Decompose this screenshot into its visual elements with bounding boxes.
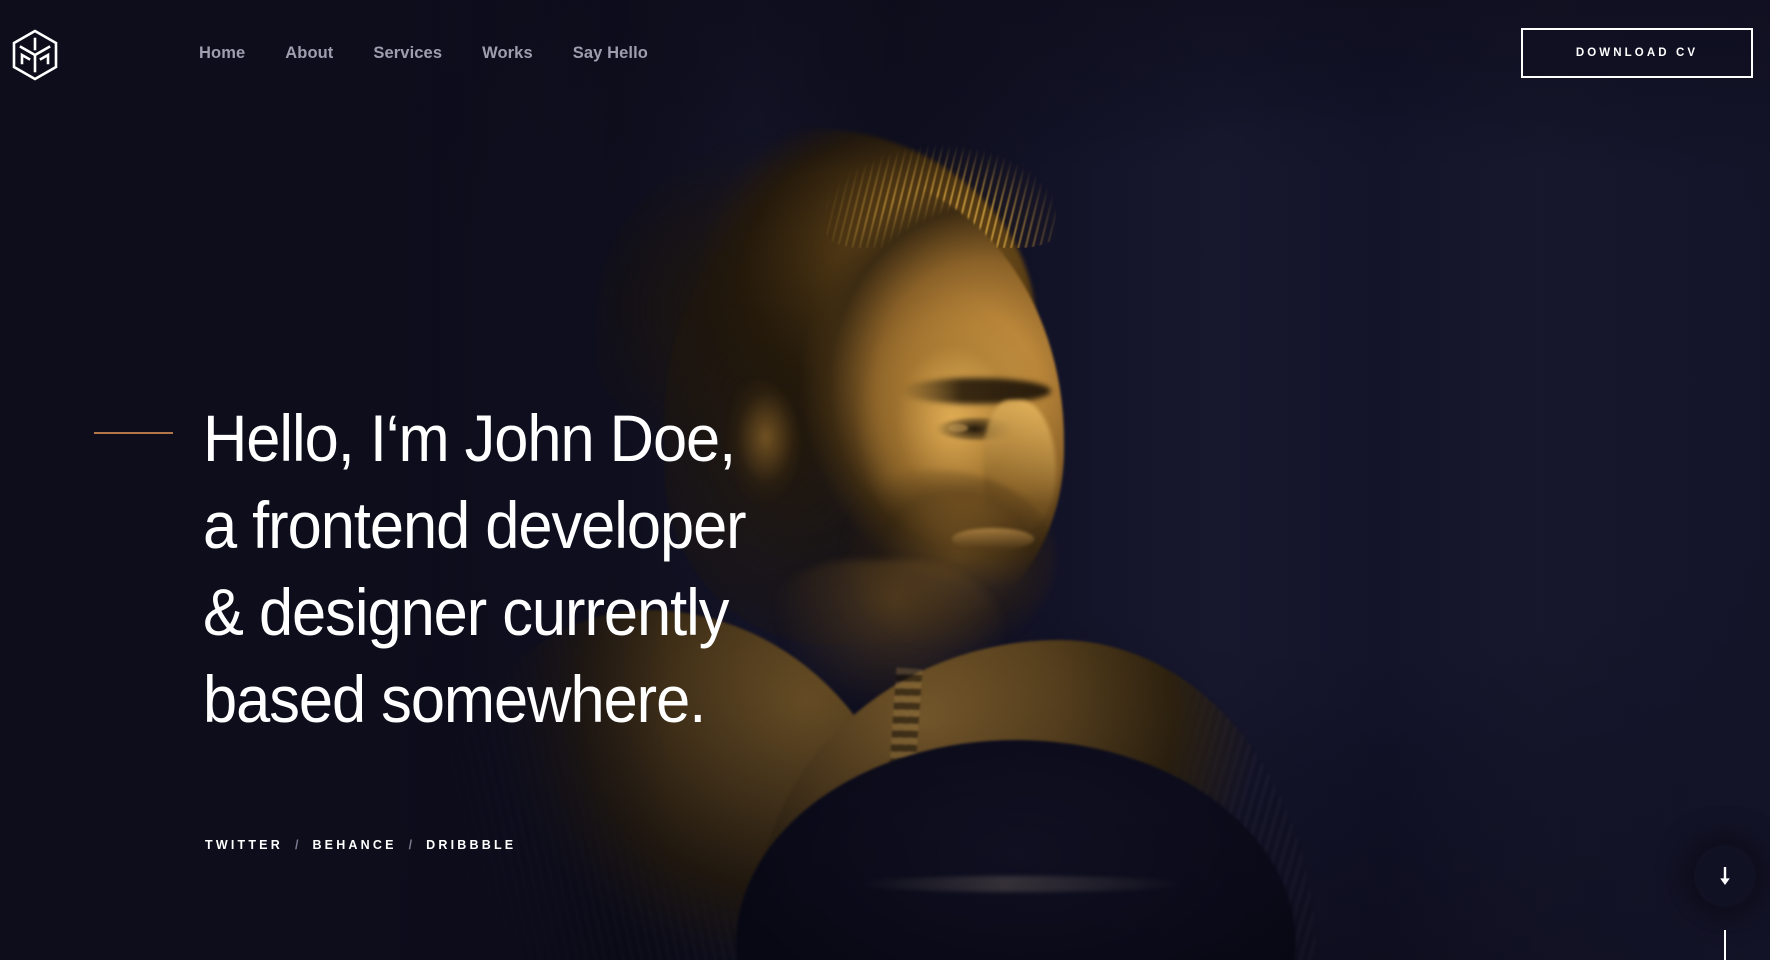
headline-accent-rule — [94, 432, 173, 434]
headline-line-4: based somewhere. — [203, 662, 706, 736]
nav-item-about[interactable]: About — [285, 45, 333, 62]
isometric-cube-logo-icon — [12, 29, 58, 81]
headline-line-3: & designer currently — [203, 575, 729, 649]
nav-item-services[interactable]: Services — [373, 45, 442, 62]
primary-navigation: Home About Services Works Say Hello — [199, 45, 648, 62]
nav-item-say-hello[interactable]: Say Hello — [573, 45, 648, 62]
scroll-down-button[interactable] — [1694, 845, 1756, 907]
page-title: Hello, I‘m John Doe, a frontend develope… — [203, 395, 854, 743]
logo[interactable] — [11, 29, 59, 81]
social-separator-1: / — [294, 838, 299, 852]
social-link-twitter[interactable]: TWITTER — [205, 838, 283, 852]
headline-line-1: Hello, I‘m John Doe, — [203, 401, 736, 475]
social-link-behance[interactable]: BEHANCE — [312, 838, 396, 852]
social-separator-2: / — [408, 838, 413, 852]
scroll-indicator-rail — [1724, 930, 1726, 960]
nav-item-home[interactable]: Home — [199, 45, 245, 62]
nav-item-works[interactable]: Works — [482, 45, 533, 62]
headline-line-2: a frontend developer — [203, 488, 747, 562]
page-root: Home About Services Works Say Hello DOWN… — [0, 0, 1770, 960]
arrow-down-icon — [1720, 867, 1730, 885]
social-links: TWITTER / BEHANCE / DRIBBBLE — [205, 838, 516, 852]
download-cv-button[interactable]: DOWNLOAD CV — [1521, 28, 1753, 78]
social-link-dribbble[interactable]: DRIBBBLE — [426, 838, 516, 852]
site-header: Home About Services Works Say Hello DOWN… — [0, 0, 1770, 110]
